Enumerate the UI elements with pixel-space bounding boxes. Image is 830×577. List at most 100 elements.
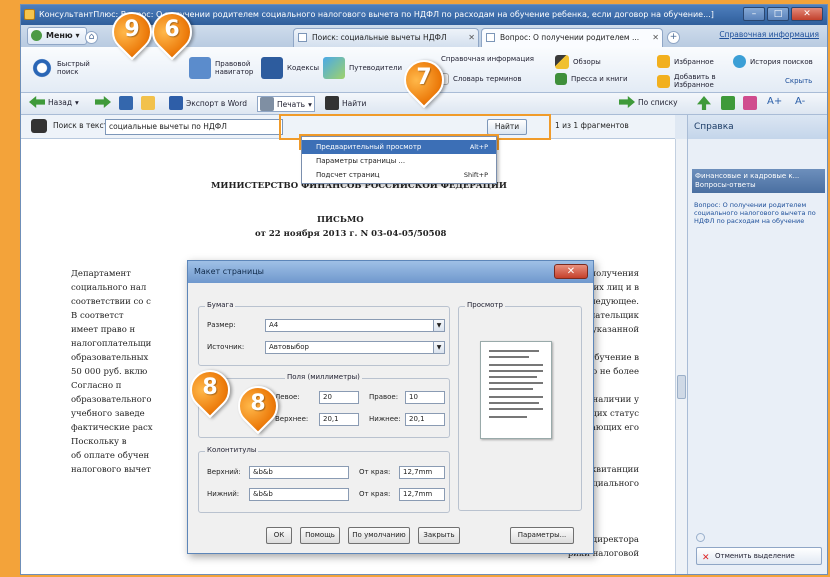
word-icon	[169, 96, 183, 110]
left-margin-input[interactable]: 20	[319, 391, 359, 404]
menu-item-preview[interactable]: Предварительный просмотр Alt+P	[302, 140, 496, 154]
document-line: об оплате обучен	[71, 451, 150, 461]
default-button[interactable]: По умолчанию	[348, 527, 410, 544]
save-button[interactable]	[119, 96, 133, 110]
document-line: учебного заведе	[71, 409, 145, 419]
back-button[interactable]: Назад ▾	[29, 96, 79, 108]
help-button[interactable]: Помощь	[300, 527, 340, 544]
document-line: налогоплательщи	[71, 339, 152, 349]
params-button[interactable]: Параметры...	[510, 527, 574, 544]
hide-ribbon-link[interactable]: Скрыть	[785, 77, 825, 85]
by-list-button[interactable]: По списку	[619, 96, 678, 108]
menu-button[interactable]: Меню ▾	[27, 27, 87, 45]
list-arrow-icon	[619, 96, 635, 108]
find-button[interactable]: Найти	[325, 96, 366, 110]
footer-input[interactable]: &b&b	[249, 488, 349, 501]
folder-icon	[141, 96, 155, 110]
forward-arrow-icon	[95, 96, 111, 108]
paper-size-select[interactable]: A4 ▼	[265, 319, 445, 332]
press-button[interactable]: Пресса и книги	[555, 73, 635, 85]
quick-search-button[interactable]: Быстрый поиск	[31, 57, 101, 79]
new-tab-icon[interactable]: +	[667, 31, 680, 44]
radio-icon[interactable]	[696, 533, 705, 542]
home-icon[interactable]: ⌂	[85, 31, 98, 44]
tab-question[interactable]: Вопрос: О получении родителем ... ✕	[481, 28, 663, 47]
history-button[interactable]: История поисков	[733, 55, 823, 68]
match-count: 1 из 1 фрагментов	[555, 121, 629, 130]
search-input[interactable]: социальные вычеты по НДФЛ	[105, 119, 283, 135]
close-tab-icon[interactable]: ✕	[652, 29, 659, 46]
tab-label: Вопрос: О получении родителем ...	[500, 33, 640, 42]
legal-navigator-button[interactable]: Правовой навигатор	[189, 57, 259, 79]
print-label: Печать	[277, 99, 306, 109]
count-pages-shortcut: Shift+P	[463, 171, 488, 179]
menu-item-page-setup[interactable]: Параметры страницы ...	[302, 154, 496, 168]
document-scrollbar[interactable]	[675, 139, 687, 574]
dialog-title: Макет страницы	[188, 261, 593, 283]
history-label: История поисков	[750, 57, 813, 66]
cancel-selection-button[interactable]: ✕ Отменить выделение	[696, 547, 822, 565]
menu-item-count-pages[interactable]: Подсчет страниц Shift+P	[302, 168, 496, 182]
dialog-close-text-button[interactable]: Закрыть	[418, 527, 460, 544]
codes-button[interactable]: Кодексы	[261, 57, 321, 79]
print-button[interactable]: Печать ▾	[257, 96, 315, 112]
header-input[interactable]: &b&b	[249, 466, 349, 479]
reviews-label: Обзоры	[573, 58, 601, 66]
reference-info-label: Справочная информация	[441, 55, 534, 63]
footer-edge-input[interactable]: 12,7mm	[399, 488, 445, 501]
headers-group: Колонтитулы Верхний: &b&b От края: 12,7m…	[198, 446, 450, 513]
open-button[interactable]	[141, 96, 155, 110]
dictionary-button[interactable]: Словарь терминов	[437, 73, 547, 85]
bottom-margin-input[interactable]: 20,1	[405, 413, 445, 426]
help-selected-item[interactable]: Финансовые и кадровые к... Вопросы-ответ…	[692, 169, 825, 193]
reviews-button[interactable]: Обзоры	[555, 55, 625, 69]
paper-source-select[interactable]: Автовыбор ▼	[265, 341, 445, 354]
preview-line	[489, 396, 543, 398]
maximize-button[interactable]: □	[767, 7, 789, 21]
history-icon	[733, 55, 746, 68]
marker-number: 9	[124, 17, 140, 42]
highlight-button[interactable]	[743, 96, 757, 110]
scroll-thumb[interactable]	[677, 375, 686, 399]
menu-icon	[31, 30, 42, 41]
right-margin-input[interactable]: 10	[405, 391, 445, 404]
marker-pin: 8	[181, 361, 239, 422]
marker-pin: 6	[143, 3, 201, 64]
close-tab-icon[interactable]: ✕	[468, 29, 475, 46]
reference-info-button[interactable]: Справочная информация	[441, 55, 551, 63]
export-word-button[interactable]: Экспорт в Word	[169, 96, 247, 110]
document-line: налогового вычет	[71, 465, 151, 475]
font-up-label: A+	[767, 96, 783, 107]
up-button[interactable]	[697, 96, 711, 110]
navigator-icon	[189, 57, 211, 79]
tab-icon	[486, 33, 495, 42]
bookmark-button[interactable]	[721, 96, 735, 110]
top-margin-input[interactable]: 20,1	[319, 413, 359, 426]
header-edge-input[interactable]: 12,7mm	[399, 466, 445, 479]
ok-button[interactable]: ОК	[266, 527, 292, 544]
close-button[interactable]: ✕	[791, 7, 823, 21]
search-label: Поиск в тексте	[53, 121, 113, 130]
add-favorite-button[interactable]: Добавить в Избранное	[657, 73, 747, 89]
print-dropdown-menu: Предварительный просмотр Alt+P Параметры …	[301, 136, 497, 184]
reference-link[interactable]: Справочная информация	[719, 30, 819, 39]
dialog-close-button[interactable]: ✕	[554, 264, 588, 279]
favorites-button[interactable]: Избранное	[657, 55, 727, 68]
preview-line	[489, 356, 529, 358]
paper-group: Бумага Размер: A4 ▼ Источник: Автовыбор ▼	[198, 301, 450, 366]
bottom-margin-label: Нижнее:	[369, 415, 401, 423]
font-increase-button[interactable]: A+	[767, 96, 782, 107]
preview-line	[489, 388, 533, 390]
bookmark-icon	[721, 96, 735, 110]
forward-button[interactable]	[95, 96, 111, 108]
save-icon	[119, 96, 133, 110]
tab-search[interactable]: Поиск: социальные вычеты НДФЛ ✕	[293, 28, 479, 47]
minimize-button[interactable]: –	[743, 7, 765, 21]
paper-size-value: A4	[269, 321, 279, 329]
help-text[interactable]: Вопрос: О получении родителем социальног…	[694, 201, 822, 225]
guides-button[interactable]: Путеводители	[323, 57, 403, 79]
document-line: имеет право н	[71, 325, 136, 335]
font-decrease-button[interactable]: A-	[795, 96, 805, 107]
preview-line	[489, 350, 539, 352]
export-word-label: Экспорт в Word	[186, 98, 247, 108]
